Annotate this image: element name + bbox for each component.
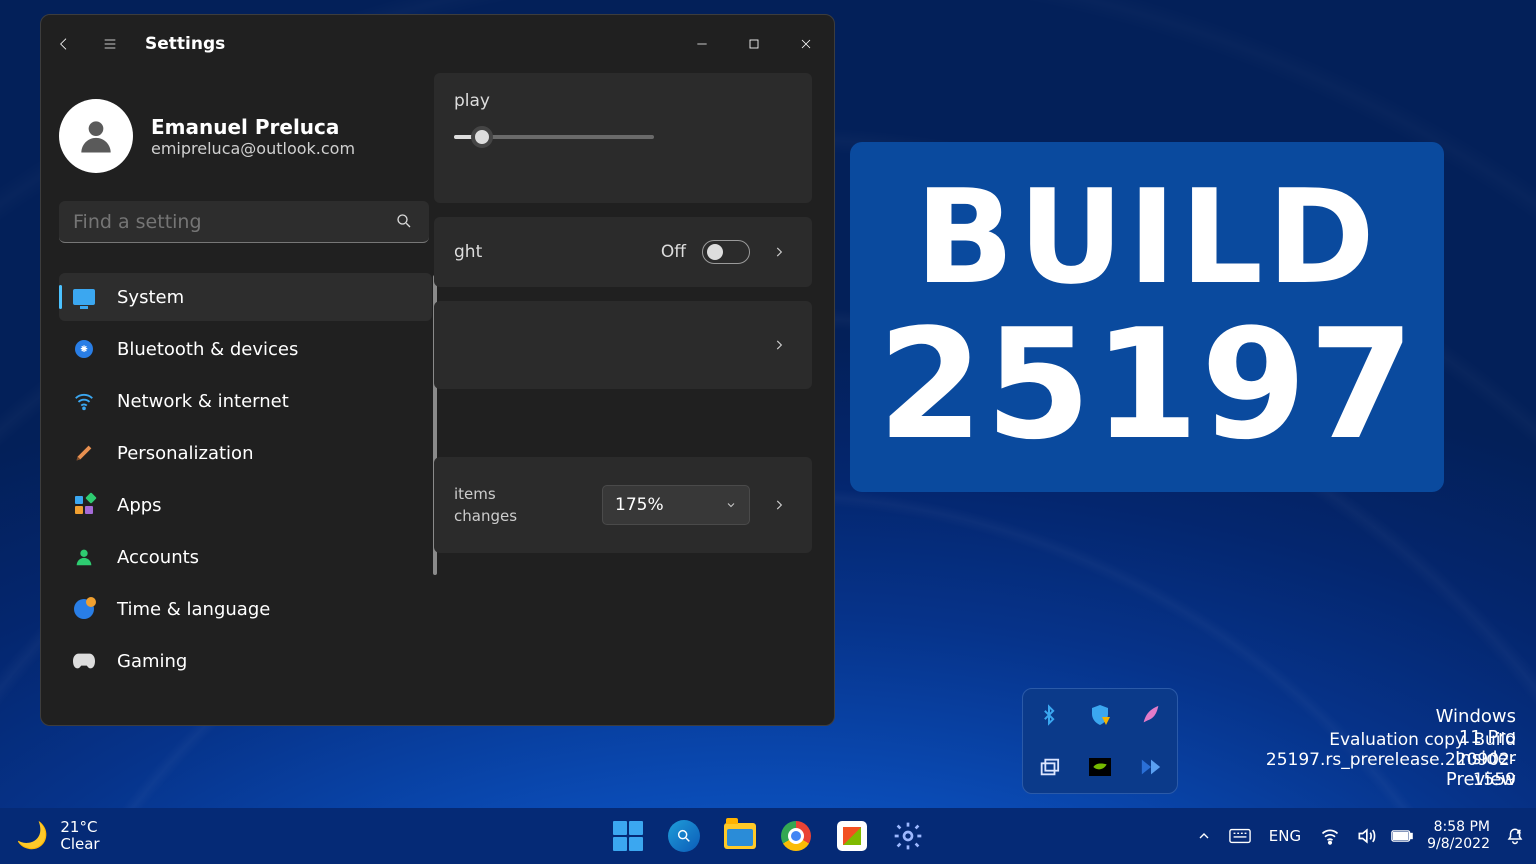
taskbar: 🌙 21°C Clear ENG 8:58 PM 9/8/2022 z xyxy=(0,808,1536,864)
window-title: Settings xyxy=(145,34,225,54)
back-button[interactable] xyxy=(41,28,87,60)
nav-label: Personalization xyxy=(117,443,253,464)
nav-list: System ⁕ Bluetooth & devices Network & i… xyxy=(59,273,432,685)
nav-label: Time & language xyxy=(117,599,270,620)
bluetooth-tray-icon[interactable] xyxy=(1036,702,1062,728)
scale-dropdown[interactable]: 175% xyxy=(602,485,750,525)
apps-icon xyxy=(73,494,95,516)
system-tray-flyout xyxy=(1022,688,1178,794)
hdr-card[interactable] xyxy=(434,301,812,389)
security-tray-icon[interactable] xyxy=(1087,702,1113,728)
battery-icon[interactable] xyxy=(1391,825,1413,847)
language-indicator[interactable]: ENG xyxy=(1265,827,1305,845)
wifi-tray-icon[interactable] xyxy=(1319,825,1341,847)
nav-label: System xyxy=(117,287,184,308)
ms-store-button[interactable] xyxy=(833,817,871,855)
chevron-down-icon xyxy=(725,499,737,511)
search-icon xyxy=(395,212,415,232)
settings-taskbar-button[interactable] xyxy=(889,817,927,855)
scale-value: 175% xyxy=(615,495,664,515)
power-automate-tray-icon[interactable] xyxy=(1138,754,1164,780)
close-button[interactable] xyxy=(780,25,832,63)
nav-label: Accounts xyxy=(117,547,199,568)
user-email: emipreluca@outlook.com xyxy=(151,139,355,158)
build-banner: BUILD 25197 xyxy=(850,142,1444,492)
night-light-label-fragment: ght xyxy=(454,242,482,262)
nav-time-language[interactable]: Time & language xyxy=(59,585,432,633)
volume-icon[interactable] xyxy=(1355,825,1377,847)
brightness-card[interactable]: play xyxy=(434,73,812,203)
chrome-button[interactable] xyxy=(777,817,815,855)
banner-line1: BUILD xyxy=(915,169,1379,306)
bluetooth-icon: ⁕ xyxy=(73,338,95,360)
settings-window: Settings Emanuel Preluca emipreluca@outl… xyxy=(40,14,835,726)
nav-accounts[interactable]: Accounts xyxy=(59,533,432,581)
gamepad-icon xyxy=(73,650,95,672)
nav-label: Bluetooth & devices xyxy=(117,339,298,360)
maximize-button[interactable] xyxy=(728,25,780,63)
weather-temp: 21°C xyxy=(60,819,99,836)
search-input-container[interactable] xyxy=(59,201,429,243)
avatar xyxy=(59,99,133,173)
paintbrush-icon xyxy=(73,442,95,464)
focus-assist-icon[interactable]: z xyxy=(1504,825,1526,847)
sidebar: Emanuel Preluca emipreluca@outlook.com S… xyxy=(41,73,434,725)
keyboard-icon[interactable] xyxy=(1229,825,1251,847)
person-icon xyxy=(73,546,95,568)
tray-chevron-icon[interactable] xyxy=(1193,825,1215,847)
nav-label: Network & internet xyxy=(117,391,289,412)
moon-icon: 🌙 xyxy=(16,821,48,851)
banner-line2: 25197 xyxy=(878,305,1417,465)
monitor-icon xyxy=(73,286,95,308)
wifi-icon xyxy=(73,390,95,412)
chevron-right-icon[interactable] xyxy=(766,245,792,259)
card-label-fragment: play xyxy=(454,91,490,111)
user-name: Emanuel Preluca xyxy=(151,115,355,139)
file-explorer-button[interactable] xyxy=(721,817,759,855)
nav-menu-button[interactable] xyxy=(87,28,133,60)
night-light-card[interactable]: ght Off xyxy=(434,217,812,287)
nav-label: Apps xyxy=(117,495,162,516)
nav-personalization[interactable]: Personalization xyxy=(59,429,432,477)
clock[interactable]: 8:58 PM 9/8/2022 xyxy=(1427,819,1490,853)
titlebar: Settings xyxy=(41,15,834,73)
weather-cond: Clear xyxy=(60,836,99,853)
nav-apps[interactable]: Apps xyxy=(59,481,432,529)
date-label: 9/8/2022 xyxy=(1427,836,1490,853)
minimize-button[interactable] xyxy=(676,25,728,63)
brightness-slider[interactable] xyxy=(454,135,654,139)
night-light-toggle[interactable] xyxy=(702,240,750,264)
nav-system[interactable]: System xyxy=(59,273,432,321)
content-pane: play ght Off xyxy=(434,73,834,725)
chevron-right-icon[interactable] xyxy=(766,498,792,512)
scale-card[interactable]: items changes 175% xyxy=(434,457,812,553)
nav-gaming[interactable]: Gaming xyxy=(59,637,432,685)
globe-clock-icon xyxy=(73,598,95,620)
slider-thumb[interactable] xyxy=(471,126,493,148)
taskbar-center xyxy=(609,817,927,855)
weather-widget[interactable]: 🌙 21°C Clear xyxy=(0,819,100,854)
time-label: 8:58 PM xyxy=(1427,819,1490,836)
nav-network[interactable]: Network & internet xyxy=(59,377,432,425)
task-view-tray-icon[interactable] xyxy=(1036,754,1062,780)
user-account-row[interactable]: Emanuel Preluca emipreluca@outlook.com xyxy=(59,73,434,201)
feedback-tray-icon[interactable] xyxy=(1138,702,1164,728)
nav-label: Gaming xyxy=(117,651,187,672)
nvidia-tray-icon[interactable] xyxy=(1087,754,1113,780)
start-button[interactable] xyxy=(609,817,647,855)
taskbar-right: ENG 8:58 PM 9/8/2022 z xyxy=(1193,819,1536,853)
scale-desc-fragment: items changes xyxy=(454,483,517,528)
toggle-state-label: Off xyxy=(661,242,686,262)
nav-bluetooth[interactable]: ⁕ Bluetooth & devices xyxy=(59,325,432,373)
chevron-right-icon[interactable] xyxy=(766,338,792,352)
watermark-line2: Evaluation copy. Build 25197.rs_prerelea… xyxy=(1266,730,1516,790)
search-taskbar-button[interactable] xyxy=(665,817,703,855)
search-input[interactable] xyxy=(73,211,395,233)
